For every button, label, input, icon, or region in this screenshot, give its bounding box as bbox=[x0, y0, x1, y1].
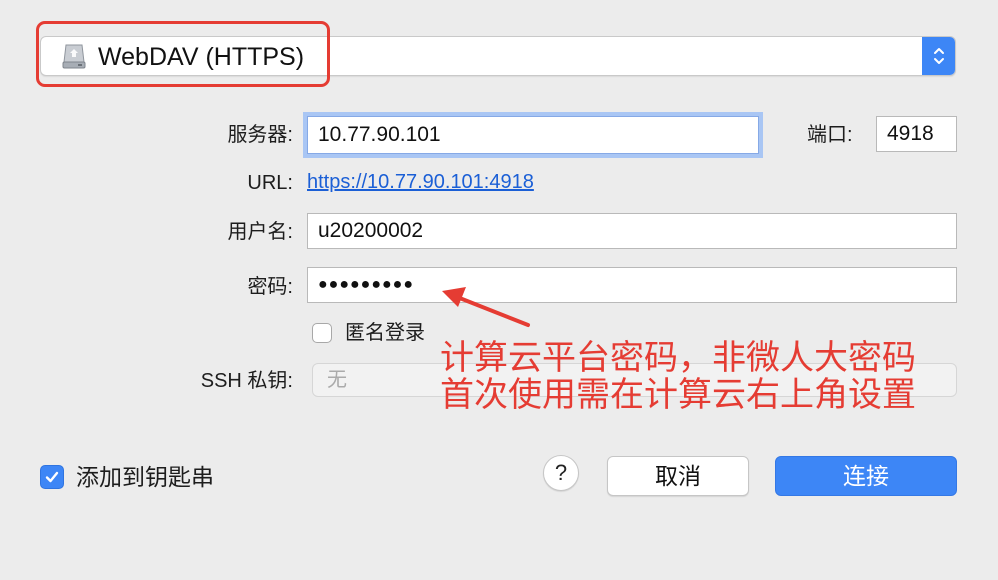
port-label: 端口: bbox=[807, 124, 853, 146]
password-label: 密码: bbox=[247, 276, 293, 298]
ssh-key-value: 无 bbox=[327, 369, 347, 391]
keychain-checkbox[interactable] bbox=[40, 465, 64, 489]
annotation-line2: 首次使用需在计算云右上角设置 bbox=[440, 376, 916, 414]
annotation-highlight-box bbox=[36, 21, 330, 87]
help-button[interactable]: ? bbox=[543, 455, 579, 491]
cancel-button[interactable]: 取消 bbox=[607, 456, 749, 496]
checkmark-icon bbox=[45, 471, 59, 483]
server-label: 服务器: bbox=[227, 124, 293, 146]
keychain-label: 添加到钥匙串 bbox=[76, 464, 214, 490]
anonymous-label: 匿名登录 bbox=[345, 322, 425, 344]
username-input[interactable]: u20200002 bbox=[307, 213, 957, 249]
server-input[interactable]: 10.77.90.101 bbox=[307, 116, 759, 154]
url-label: URL: bbox=[247, 172, 293, 194]
username-label: 用户名: bbox=[227, 221, 293, 243]
port-input[interactable]: 4918 bbox=[876, 116, 957, 152]
chevron-updown-icon bbox=[933, 48, 944, 64]
anonymous-checkbox[interactable] bbox=[312, 323, 332, 343]
ssh-key-label: SSH 私钥: bbox=[200, 370, 293, 392]
password-input[interactable]: ●●●●●●●●● bbox=[307, 267, 957, 303]
connect-button[interactable]: 连接 bbox=[775, 456, 957, 496]
annotation-arrow-icon bbox=[442, 287, 530, 327]
popup-stepper[interactable] bbox=[922, 37, 955, 75]
url-link[interactable]: https://10.77.90.101:4918 bbox=[307, 169, 534, 195]
annotation-line1: 计算云平台密码，非微人大密码 bbox=[440, 339, 916, 377]
